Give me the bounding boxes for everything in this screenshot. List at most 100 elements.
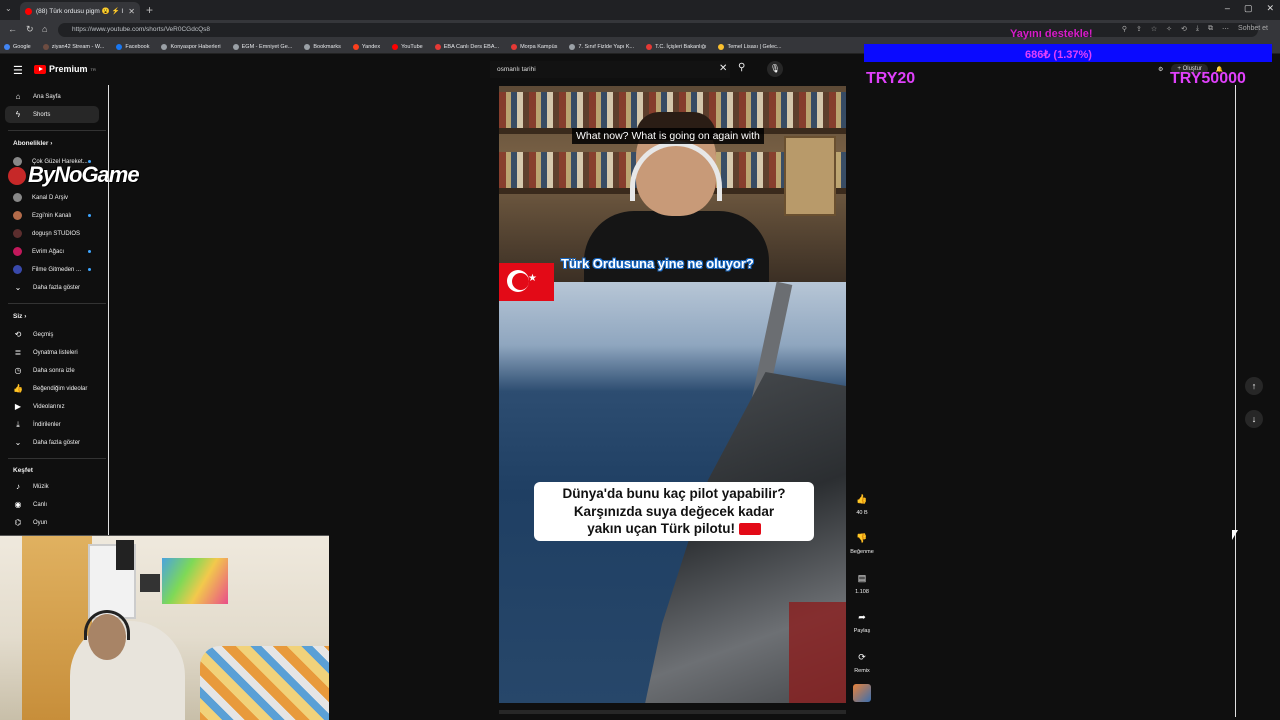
browser-tab[interactable]: (88) Türk ordusu pigm 😮 ⚡ I ✕ (20, 2, 140, 20)
logo-country: TR (90, 66, 96, 72)
sidebar-channel[interactable]: Evrim Ağacı (5, 243, 99, 260)
back-icon[interactable]: ← (8, 24, 17, 34)
presenter-body (584, 211, 769, 291)
channel-avatar (13, 211, 22, 220)
search-icon[interactable]: ⚲ (738, 62, 745, 73)
bookmark-item[interactable]: Facebook (116, 43, 150, 50)
menu-hamburger-icon[interactable]: ☰ (13, 64, 23, 77)
overlay-line: yakın uçan Türk pilotu! (587, 521, 735, 536)
bookmark-item[interactable]: EGM - Emniyet Ge... (232, 43, 292, 50)
bookmark-item[interactable]: YouTube (392, 43, 423, 50)
sidebar-item-gaming[interactable]: ⌬ Oyun (5, 514, 99, 531)
bookmark-item[interactable]: 7. Sınıf Fizlde Yapı K... (569, 43, 635, 50)
shorts-video-player[interactable]: What now? What is going on again with Tü… (499, 86, 846, 703)
sidebar-item-playlists[interactable]: ≣ Oynatma listeleri (5, 344, 99, 361)
sidebar-item-downloads[interactable]: ⤓ İndirilenler (5, 416, 99, 433)
bookmark-item[interactable]: Google (4, 43, 31, 50)
webcam-painting (162, 558, 228, 604)
share-icon[interactable]: ⇪ (1136, 25, 1142, 33)
sidebar-item-watch-later[interactable]: ◷ Daha sonra izle (5, 362, 99, 379)
bookmark-item[interactable]: Morpa Kampüs (511, 43, 557, 50)
bookmark-label: T.C. İçişleri Bakanlığı (655, 43, 707, 50)
new-tab-icon[interactable]: + (146, 3, 153, 17)
bookmark-item[interactable]: Yandex (352, 43, 380, 50)
zoom-icon[interactable]: ⚲ (1122, 25, 1127, 33)
youtube-logo[interactable]: Premium TR (34, 64, 96, 74)
home-icon[interactable]: ⌂ (42, 24, 47, 34)
bookmark-label: Facebook (125, 43, 150, 50)
close-tab-icon[interactable]: ✕ (128, 7, 135, 16)
menu-icon[interactable]: ⋯ (1222, 25, 1229, 33)
sidebar-item-shorts[interactable]: ϟ Shorts (5, 106, 99, 123)
like-count: 40 B (856, 510, 868, 516)
youtube-favicon-icon (25, 7, 32, 15)
browser-tabstrip: ⌄ (88) Türk ordusu pigm 😮 ⚡ I ✕ + – ▢ ✕ (0, 0, 1280, 20)
sidebar-item-liked[interactable]: 👍 Beğendiğim videolar (5, 380, 99, 397)
channel-name: doguşn STUDIOS (32, 230, 81, 237)
channel-avatar (13, 247, 22, 256)
sidebar-item-live[interactable]: ◉ Canlı (5, 496, 99, 513)
download-icon: ⤓ (16, 419, 20, 429)
dislike-button[interactable]: 👎 Beğenme (849, 529, 875, 555)
bookmark-item[interactable]: Bookmarks (304, 43, 341, 50)
sound-avatar[interactable] (853, 684, 871, 702)
downloads-icon[interactable]: ⤓ (1196, 25, 1199, 33)
search-input[interactable]: osmanlı tarihi (490, 61, 730, 78)
bookmark-item[interactable]: ziyan42 Stream - W... (42, 43, 104, 50)
bookmark-favicon-icon (392, 43, 399, 50)
sidebar-channel[interactable]: Ezgi'nin Kanalı (5, 207, 99, 224)
donation-title: Yayını destekle! (1010, 28, 1093, 40)
next-video-arrow-icon[interactable]: ↓ (1245, 410, 1263, 428)
sidebar-channel[interactable]: Kanal D Arşiv (5, 189, 99, 206)
sidebar-item-your-videos[interactable]: ▶ Videolarınız (5, 398, 99, 415)
comments-button[interactable]: ▤ 1.108 (849, 569, 875, 595)
sidebar-item-history[interactable]: ⟲ Geçmiş (5, 326, 99, 343)
maximize-icon[interactable]: ▢ (1244, 3, 1253, 14)
extension-icon[interactable]: ✧ (1166, 25, 1172, 33)
divider (8, 130, 106, 131)
remix-icon: ⟳ (858, 652, 866, 662)
microphone-icon[interactable]: 🎙 (767, 61, 783, 77)
music-note-icon: ♪ (16, 482, 20, 491)
sidebar-channel[interactable]: Filme Gitmeden ... (5, 261, 99, 278)
minimize-icon[interactable]: – (1225, 3, 1230, 14)
sidebar-item-home[interactable]: ⌂ Ana Sayfa (5, 88, 99, 105)
close-window-icon[interactable]: ✕ (1266, 3, 1274, 14)
like-button[interactable]: 👍 40 B (849, 490, 875, 516)
bookmark-item[interactable]: Konyaspor Haberleri (161, 43, 221, 50)
webcam-speaker (116, 540, 134, 570)
bookmark-label: 7. Sınıf Fizlde Yapı K... (578, 43, 635, 50)
sidebar-channel[interactable]: doguşn STUDIOS (5, 225, 99, 242)
reload-icon[interactable]: ↻ (26, 24, 34, 35)
remix-label: Remix (854, 668, 870, 674)
comment-count: 1.108 (855, 589, 869, 595)
next-video-edge (499, 710, 846, 714)
tab-search-icon[interactable]: ⌄ (5, 4, 12, 13)
chat-button[interactable]: Sohbet et (1238, 25, 1268, 33)
subscriptions-heading[interactable]: Abonelikler › (13, 140, 52, 147)
new-content-dot (88, 214, 91, 217)
settings-gear-icon[interactable]: ⚙ (1158, 66, 1163, 73)
mouse-cursor-icon (1232, 530, 1238, 540)
clear-search-icon[interactable]: ✕ (719, 63, 727, 74)
bookmark-item[interactable]: T.C. İçişleri Bakanlığı (646, 43, 707, 50)
thumb-down-icon: 👎 (856, 533, 868, 543)
show-more-you[interactable]: ⌄ Daha fazla göster (5, 434, 99, 451)
previous-video-arrow-icon[interactable]: ↑ (1245, 377, 1263, 395)
show-more-label: Daha fazla göster (33, 284, 81, 291)
sidebar-item-music[interactable]: ♪ Müzik (5, 478, 99, 495)
remix-button[interactable]: ⟳ Remix (849, 648, 875, 674)
channel-avatar (13, 193, 22, 202)
bookmark-item[interactable]: EBA Canlı Ders EBA... (434, 43, 499, 50)
star-icon[interactable]: ☆ (1151, 25, 1157, 33)
thumb-up-icon: 👍 (13, 384, 23, 393)
sidebar-item-label: Canlı (33, 501, 48, 508)
clock-icon: ◷ (14, 366, 22, 375)
share-button[interactable]: ➦ Paylaş (849, 608, 875, 634)
comment-icon: ▤ (857, 573, 867, 583)
bookmark-item[interactable]: Temel Lisası | Gelec... (718, 43, 782, 50)
extensions-puzzle-icon[interactable]: ⧉ (1208, 25, 1213, 33)
history-icon[interactable]: ⟲ (1181, 25, 1187, 33)
show-more-subscriptions[interactable]: ⌄ Daha fazla göster (5, 279, 99, 296)
you-heading[interactable]: Siz › (13, 313, 26, 320)
